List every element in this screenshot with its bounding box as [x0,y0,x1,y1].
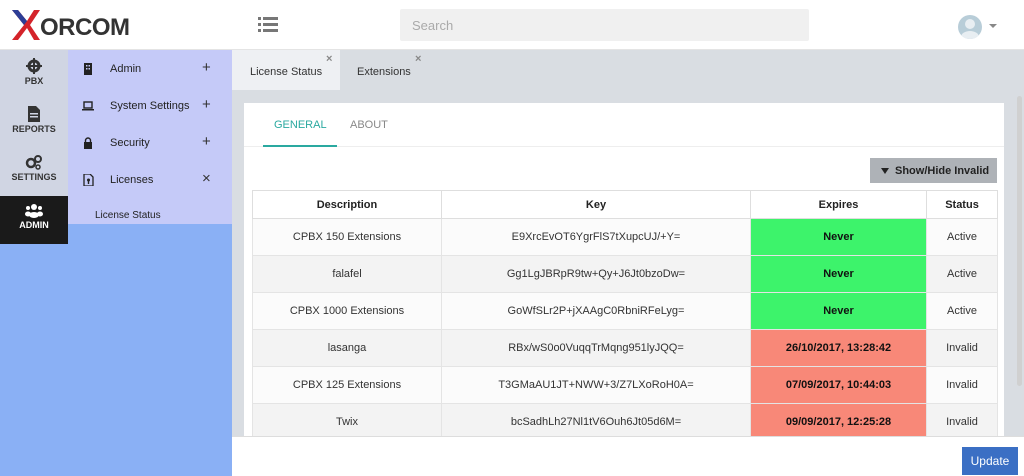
cell-expires: Never [750,292,927,330]
tab-general[interactable]: GENERAL [274,119,327,131]
gear-icon [26,58,42,74]
cell-status: Invalid [926,329,998,367]
menu-item-label: Security [110,137,150,149]
cell-description: CPBX 150 Extensions [252,218,442,256]
table-row[interactable]: falafel Gg1LgJBRpR9tw+Qy+J6Jt0bzoDw= Never… [252,255,998,293]
cell-expires: 26/10/2017, 13:28:42 [750,329,927,367]
menu-subitem-license-status[interactable]: License Status [95,210,161,221]
main-content: License Status × Extensions × GENERAL AB… [232,50,1024,476]
table-row[interactable]: CPBX 150 Extensions E9XrcEvOT6YgrFlS7tXup… [252,218,998,256]
tab-extensions[interactable]: Extensions × [340,50,430,90]
show-hide-invalid-button[interactable]: Show/Hide Invalid [870,158,997,183]
column-header-description[interactable]: Description [252,190,442,219]
user-icon [961,19,979,39]
license-card: GENERAL ABOUT Show/Hide Invalid Descript… [244,103,1004,476]
button-label: Show/Hide Invalid [895,164,990,177]
menu-item-security[interactable]: Security + [68,125,232,162]
search-input[interactable] [400,9,809,41]
lock-icon [84,137,92,149]
building-icon [84,63,92,75]
cell-status: Active [926,292,998,330]
sidebar-item-settings[interactable]: SETTINGS [0,148,68,196]
menu-item-label: Licenses [110,174,154,186]
close-icon[interactable]: × [326,53,332,65]
cell-description: CPBX 125 Extensions [252,366,442,404]
footer: Update [232,436,1024,476]
gears-icon [25,155,42,170]
document-icon [28,106,40,122]
column-header-status[interactable]: Status [926,190,998,219]
cell-key: RBx/wS0o0VuqqTrMqng951lyJQQ= [441,329,751,367]
filter-icon [881,167,889,174]
sidebar-item-pbx[interactable]: PBX [0,52,68,100]
x-logo-icon [12,10,40,40]
table-header-row: Description Key Expires Status [252,190,998,219]
expand-icon[interactable]: + [202,96,211,113]
cell-description: Twix [252,403,442,441]
collapse-icon[interactable]: × [202,170,211,187]
column-header-expires[interactable]: Expires [750,190,927,219]
expand-icon[interactable]: + [202,133,211,150]
cell-description: falafel [252,255,442,293]
cell-description: CPBX 1000 Extensions [252,292,442,330]
scrollbar[interactable] [1017,96,1022,386]
table-row[interactable]: CPBX 125 Extensions T3GMaAU1JT+NWW+3/Z7LX… [252,366,998,404]
sidebar-item-label: REPORTS [12,124,56,134]
license-file-icon [83,174,94,186]
sidebar-item-reports[interactable]: REPORTS [0,100,68,148]
hamburger-menu-icon[interactable] [258,17,278,33]
cell-expires: Never [750,218,927,256]
close-icon[interactable]: × [415,53,421,65]
sidebar-item-label: SETTINGS [11,172,57,182]
table-row[interactable]: lasanga RBx/wS0o0VuqqTrMqng951lyJQQ= 26/10… [252,329,998,367]
logo-text: ORCOM [40,14,130,41]
cell-key: T3GMaAU1JT+NWW+3/Z7LXoRoH0A= [441,366,751,404]
chevron-down-icon[interactable] [989,24,997,28]
expand-icon[interactable]: + [202,59,211,76]
sidebar-item-label: PBX [24,76,44,86]
menu-item-system-settings[interactable]: System Settings + [68,88,232,125]
users-icon [25,204,43,218]
cell-status: Active [926,255,998,293]
tab-license-status[interactable]: License Status × [232,50,340,90]
tab-bar: License Status × Extensions × [232,50,1024,90]
card-tab-bar: GENERAL ABOUT [244,103,1004,147]
cell-status: Invalid [926,366,998,404]
laptop-icon [82,101,94,111]
license-table: Description Key Expires Status CPBX 150 … [252,190,998,441]
sidebar-item-admin[interactable]: ADMIN [0,196,68,244]
tab-label: Extensions [357,66,411,78]
cell-status: Invalid [926,403,998,441]
xorcom-logo[interactable]: ORCOM [10,8,130,42]
top-bar: ORCOM [0,0,1024,50]
update-button[interactable]: Update [962,447,1018,475]
secondary-sidebar: Admin + System Settings + Security + Lic… [68,50,232,476]
cell-expires: 09/09/2017, 12:25:28 [750,403,927,441]
cell-key: bcSadhLh27Nl1tV6Ouh6Jt05d6M= [441,403,751,441]
cell-expires: Never [750,255,927,293]
menu-item-label: System Settings [110,100,190,112]
menu-item-label: Admin [110,63,142,75]
table-body: CPBX 150 Extensions E9XrcEvOT6YgrFlS7tXup… [252,218,998,441]
tab-label: License Status [250,66,323,78]
cell-key: Gg1LgJBRpR9tw+Qy+J6Jt0bzoDw= [441,255,751,293]
sidebar-item-label: ADMIN [19,220,49,230]
primary-sidebar: PBX REPORTS SETTINGS ADMIN [0,50,68,476]
menu-item-licenses[interactable]: Licenses × [68,162,232,199]
active-tab-indicator [263,145,337,147]
cell-status: Active [926,218,998,256]
tab-about[interactable]: ABOUT [350,119,388,131]
menu-item-admin[interactable]: Admin + [68,51,232,88]
cell-key: GoWfSLr2P+jXAAgC0RbniRFeLyg= [441,292,751,330]
cell-key: E9XrcEvOT6YgrFlS7tXupcUJ/+Y= [441,218,751,256]
table-row[interactable]: CPBX 1000 Extensions GoWfSLr2P+jXAAgC0Rbn… [252,292,998,330]
user-avatar[interactable] [958,15,982,39]
column-header-key[interactable]: Key [441,190,751,219]
table-row[interactable]: Twix bcSadhLh27Nl1tV6Ouh6Jt05d6M= 09/09/20… [252,403,998,441]
cell-description: lasanga [252,329,442,367]
cell-expires: 07/09/2017, 10:44:03 [750,366,927,404]
